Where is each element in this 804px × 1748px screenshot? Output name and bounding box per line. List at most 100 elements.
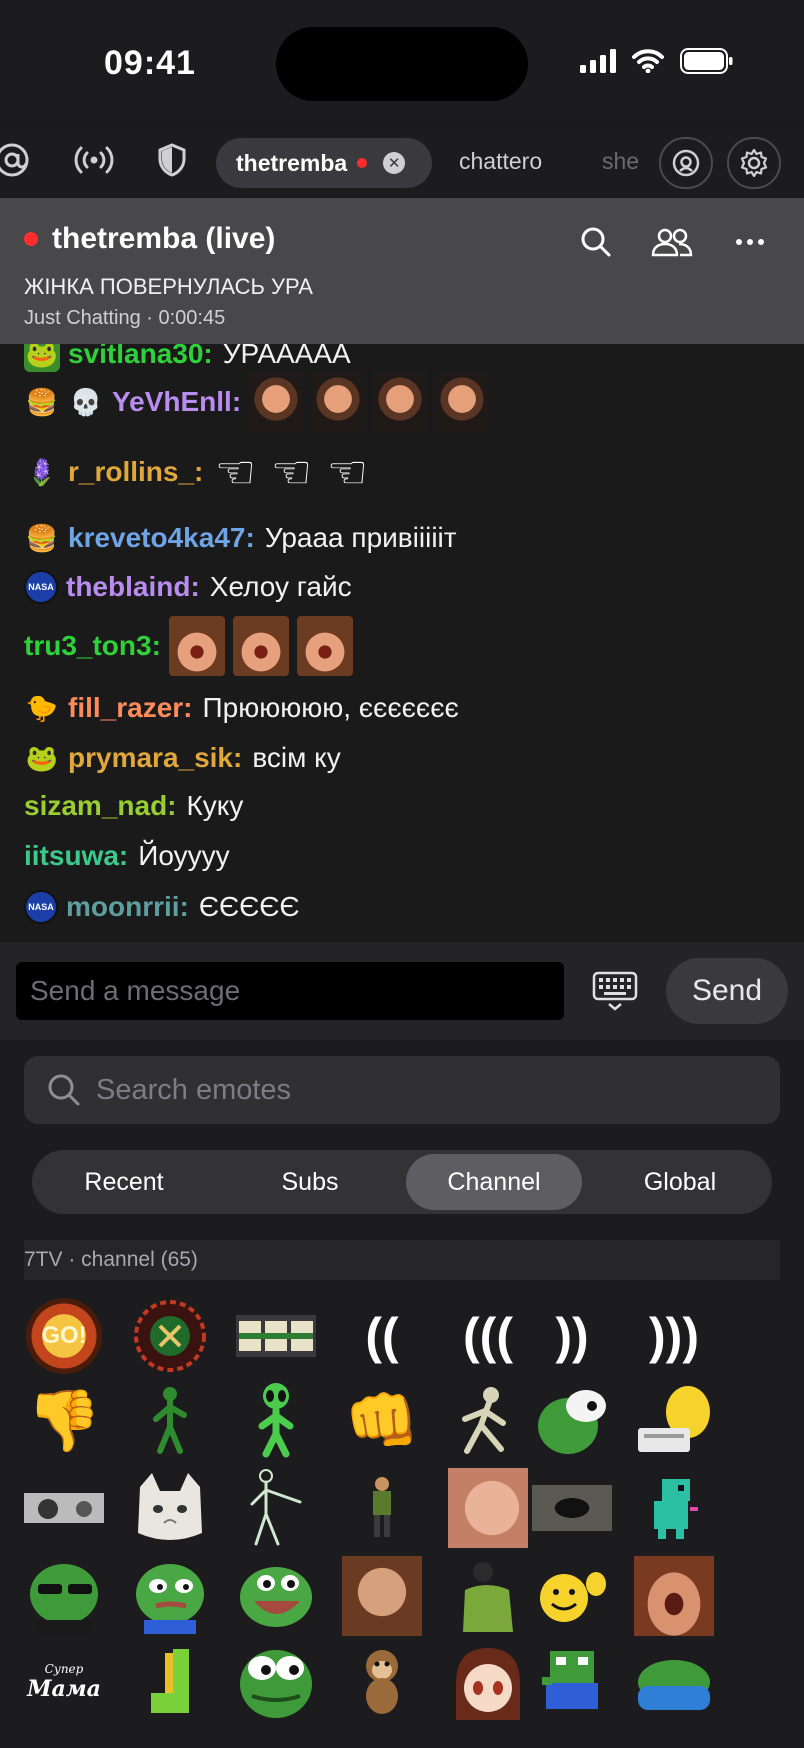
pepe-blanket-emote[interactable] [632,1640,716,1724]
viewers-icon[interactable] [650,220,694,264]
tab-chattero[interactable]: chattero [459,148,542,175]
send-button[interactable]: Send [666,958,788,1024]
shield-icon[interactable] [150,138,194,182]
emote-section-header: 7TV · channel (65) [24,1240,780,1280]
nasa-badge-icon: NASA [24,570,58,604]
super-mama-top-label: Супер [44,1662,84,1676]
stream-category: Just Chatting · 0:00:45 [24,307,226,329]
chat-username[interactable]: theblaind: [66,571,200,603]
pepe-sad-emote[interactable] [128,1554,212,1638]
laughing-man-emote[interactable] [632,1554,716,1638]
roulette-emote[interactable] [128,1294,212,1378]
super-mama-emote[interactable]: Супер Мама [22,1640,106,1724]
chat-username[interactable]: tru3_ton3: [24,630,161,662]
thumbs-down-emote[interactable]: 👎 [22,1378,106,1462]
chat-list[interactable]: 🐸 svitlana30: УРААААА 🍔 💀 YeVhEnll: 🪻 r_… [0,344,804,942]
hand-emote: ☜ [214,446,257,498]
fist-emote[interactable]: 👊 [340,1378,424,1462]
message-input[interactable] [16,962,564,1020]
settings-button[interactable] [727,137,781,189]
chat-username[interactable]: fill_razer: [68,692,193,724]
chat-username[interactable]: r_rollins_: [68,456,203,488]
wifi-icon [632,49,664,73]
search-icon [48,1074,80,1106]
closeup-face-emote[interactable] [446,1466,530,1550]
paren-emote[interactable]: (( [340,1294,424,1378]
pepe-happy-emote[interactable] [234,1554,318,1638]
tab-label: thetremba [236,149,348,176]
hand-emote: ☜ [270,446,313,498]
chat-message: iitsuwa: Йоуууу [24,840,230,872]
pepe-sunglasses-emote[interactable] [22,1554,106,1638]
dancing-man-emote[interactable] [128,1378,212,1462]
slot-machine-emote[interactable] [234,1294,318,1378]
mentions-icon[interactable] [0,138,34,182]
chat-message: 🍔 💀 YeVhEnll: [24,372,490,432]
chat-message: 🐸 svitlana30: УРААААА [24,344,351,372]
bw-photo-emote[interactable] [22,1466,106,1550]
live-broadcast-icon[interactable] [72,138,116,182]
paren-emote[interactable]: )) [530,1294,614,1378]
chat-username[interactable]: kreveto4ka47: [68,522,255,554]
chat-username[interactable]: moonrrii: [66,891,189,923]
go-emote-label: GO! [26,1298,102,1374]
stick-figure-emote[interactable] [234,1466,318,1550]
live-indicator [357,158,368,168]
white-cat-emote[interactable] [128,1466,212,1550]
pepe-peek-emote[interactable] [530,1378,614,1462]
skeleton-emote[interactable] [446,1378,530,1462]
more-icon[interactable] [728,220,772,264]
pixel-dino-emote[interactable] [632,1466,716,1550]
green-block-emote[interactable] [128,1640,212,1724]
chat-text: УРААААА [222,344,351,369]
chat-username[interactable]: iitsuwa: [24,840,128,872]
search-icon[interactable] [574,220,618,264]
dark-photo-emote[interactable] [530,1466,614,1550]
green-shirt-emote[interactable] [446,1554,530,1638]
alien-emote[interactable] [234,1378,318,1462]
emote-search-input[interactable] [96,1056,756,1124]
battery-icon [680,48,733,74]
chat-username[interactable]: sizam_nad: [24,790,177,822]
chat-text: Куку [186,790,244,821]
chat-username[interactable]: YeVhEnll: [112,386,241,418]
chat-text: ЄЄЄЄЄ [198,891,300,922]
keyboard-icon[interactable] [590,968,640,1014]
chat-text: Урааа привіііііт [264,522,457,553]
chat-text: Йоуууу [138,840,230,871]
gear-icon [740,148,768,178]
chat-username[interactable]: prymara_sik: [68,742,242,774]
emote-picker: Recent Subs Channel Global 7TV · channel… [0,1040,804,1748]
scream-emote [168,616,225,676]
search-users-button[interactable] [659,137,713,189]
flower-badge-icon: 🪻 [25,456,59,487]
small-man-emote[interactable] [340,1466,424,1550]
chat-message: NASA moonrrii: ЄЄЄЄЄ [24,890,300,924]
close-icon[interactable]: ✕ [383,152,406,174]
emote-source-segmented-control: Recent Subs Channel Global [32,1150,772,1214]
segment-channel[interactable]: Channel [406,1154,582,1210]
monkey-emote[interactable] [340,1640,424,1724]
chat-message: 🐸 prymara_sik: всім ку [24,740,341,776]
waving-smiley-emote[interactable] [530,1554,614,1638]
anime-girl-emote[interactable] [446,1640,530,1724]
chat-message: 🐤 fill_razer: Прююююю, єєєєєєє [24,690,459,726]
segment-recent[interactable]: Recent [36,1154,212,1210]
glasses-man-emote[interactable] [340,1554,424,1638]
chat-message: NASA theblaind: Хелоу гайс [24,570,352,604]
pixel-pepe-emote[interactable] [530,1640,614,1724]
chat-username[interactable]: svitlana30: [68,344,213,370]
tab-she[interactable]: she [602,148,639,175]
stream-subtitle: ЖІНКА ПОВЕРНУЛАСЬ УРА [24,274,313,299]
pepe-stare-emote[interactable] [234,1640,318,1724]
frog-badge-icon: 🐸 [24,344,60,372]
segment-subs[interactable]: Subs [222,1154,398,1210]
tab-thetremba[interactable]: thetremba ✕ [216,138,432,188]
nasa-badge-icon: NASA [24,890,58,924]
segment-global[interactable]: Global [592,1154,768,1210]
typing-emoji-emote[interactable] [632,1378,716,1462]
face-emote [435,372,490,432]
paren-emote[interactable]: ))) [632,1294,716,1378]
paren-emote[interactable]: ((( [446,1294,530,1378]
go-emote[interactable]: GO! [22,1294,106,1378]
